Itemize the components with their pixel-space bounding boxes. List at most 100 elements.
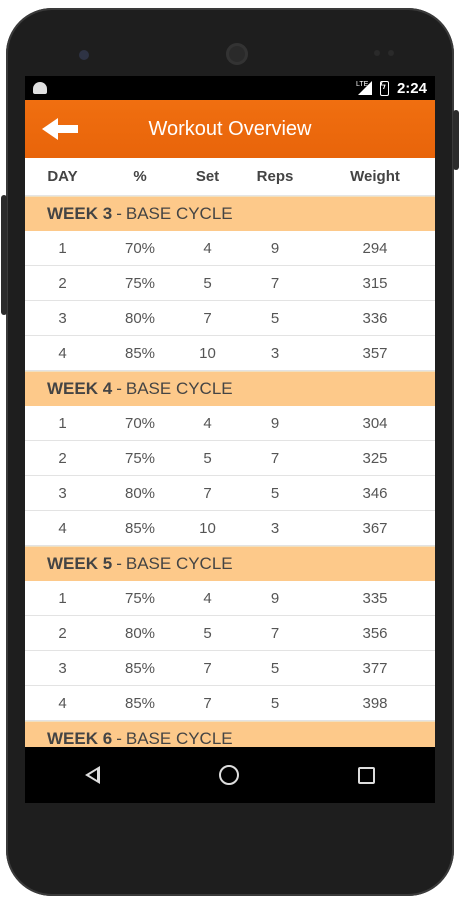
nav-recents-icon[interactable]	[358, 766, 376, 784]
set-cell: 4	[203, 414, 212, 432]
reps-cell: 7	[270, 274, 280, 292]
reps-cell: 9	[270, 414, 280, 432]
percent-cell: 85%	[124, 694, 156, 712]
reps-cell: 5	[270, 659, 280, 677]
set-cell: 7	[203, 694, 212, 712]
column-header-reps: Reps	[256, 168, 294, 185]
back-button[interactable]	[25, 100, 95, 158]
set-cell: 10	[199, 519, 216, 537]
table-row[interactable]: 4 85% 7 5 398	[25, 686, 435, 721]
reps-cell: 3	[270, 344, 280, 362]
week-separator: -	[116, 204, 122, 223]
network-type: LTE	[355, 81, 369, 88]
set-cell: 7	[203, 484, 212, 502]
set-cell: 5	[203, 624, 212, 642]
set-cell: 5	[203, 449, 212, 467]
percent-cell: 75%	[124, 589, 156, 607]
week-separator: -	[116, 554, 122, 573]
day-cell: 1	[58, 589, 67, 607]
table-row[interactable]: 1 75% 4 9 335	[25, 581, 435, 616]
table-row[interactable]: 2 80% 5 7 356	[25, 616, 435, 651]
percent-cell: 70%	[124, 239, 156, 257]
table-row[interactable]: 3 80% 7 5 346	[25, 476, 435, 511]
day-cell: 4	[58, 519, 67, 537]
percent-cell: 80%	[124, 484, 156, 502]
status-bar: LTE 2:24	[25, 76, 435, 100]
table-row[interactable]: 4 85% 10 3 367	[25, 511, 435, 546]
percent-cell: 85%	[124, 659, 156, 677]
percent-cell: 75%	[124, 274, 156, 292]
page-title: Workout Overview	[148, 117, 312, 140]
day-cell: 4	[58, 694, 67, 712]
day-cell: 2	[58, 624, 67, 642]
nav-back-icon[interactable]	[84, 766, 100, 784]
set-cell: 4	[203, 589, 212, 607]
light-sensor	[388, 50, 394, 56]
week-header[interactable]: WEEK 3- BASE CYCLE	[25, 196, 435, 231]
cycle-label: BASE CYCLE	[125, 729, 233, 748]
front-camera	[226, 43, 248, 65]
week-label: WEEK 3	[47, 204, 113, 223]
table-row[interactable]: 1 70% 4 9 304	[25, 406, 435, 441]
table-row[interactable]: 1 70% 4 9 294	[25, 231, 435, 266]
percent-cell: 80%	[124, 309, 156, 327]
set-cell: 7	[203, 659, 212, 677]
day-cell: 2	[58, 449, 67, 467]
weight-cell: 357	[362, 344, 388, 362]
weight-cell: 336	[362, 309, 388, 327]
day-cell: 3	[58, 659, 67, 677]
front-sensor	[79, 50, 89, 60]
column-header-day: DAY	[47, 168, 78, 185]
percent-cell: 80%	[124, 624, 156, 642]
weight-cell: 356	[362, 624, 388, 642]
day-cell: 3	[58, 484, 67, 502]
reps-cell: 5	[270, 484, 280, 502]
weight-cell: 304	[362, 414, 388, 432]
weight-cell: 346	[362, 484, 388, 502]
percent-cell: 85%	[124, 344, 156, 362]
day-cell: 3	[58, 309, 67, 327]
status-time: 2:24	[396, 79, 427, 97]
navigation-bar	[25, 747, 435, 803]
volume-button	[1, 195, 7, 315]
reps-cell: 7	[270, 624, 280, 642]
nav-home-icon[interactable]	[218, 765, 239, 785]
week-header[interactable]: WEEK 5- BASE CYCLE	[25, 546, 435, 581]
table-row[interactable]: 3 80% 7 5 336	[25, 301, 435, 336]
reps-cell: 7	[270, 449, 280, 467]
week-separator: -	[116, 729, 122, 748]
set-cell: 4	[203, 239, 212, 257]
set-cell: 7	[203, 309, 212, 327]
set-cell: 5	[203, 274, 212, 292]
android-notification-icon	[33, 82, 47, 94]
column-header-set: Set	[195, 168, 220, 185]
table-row[interactable]: 4 85% 10 3 357	[25, 336, 435, 371]
percent-cell: 70%	[124, 414, 156, 432]
reps-cell: 5	[270, 309, 280, 327]
battery-charging-icon	[379, 80, 389, 96]
weight-cell: 367	[362, 519, 388, 537]
reps-cell: 9	[270, 239, 280, 257]
week-label: WEEK 6	[47, 729, 113, 748]
app-screen: LTE 2:24 Workout Overview DAY % Set Reps…	[25, 76, 435, 803]
cycle-label: BASE CYCLE	[125, 554, 233, 573]
power-button	[453, 110, 459, 170]
cycle-label: BASE CYCLE	[125, 379, 233, 398]
arrow-back-icon	[42, 118, 78, 140]
proximity-sensor	[374, 50, 380, 56]
week-header[interactable]: WEEK 4- BASE CYCLE	[25, 371, 435, 406]
table-row[interactable]: 2 75% 5 7 325	[25, 441, 435, 476]
cycle-label: BASE CYCLE	[125, 204, 233, 223]
reps-cell: 5	[270, 694, 280, 712]
table-row[interactable]: 3 85% 7 5 377	[25, 651, 435, 686]
weight-cell: 398	[362, 694, 388, 712]
day-cell: 1	[58, 239, 67, 257]
table-row[interactable]: 2 75% 5 7 315	[25, 266, 435, 301]
workout-list[interactable]: WEEK 3- BASE CYCLE 1 70% 4 9 294 2 75% 5 7 315 3 80% 7…	[25, 196, 435, 756]
column-header-weight: Weight	[350, 168, 400, 185]
weight-cell: 335	[362, 589, 388, 607]
set-cell: 10	[199, 344, 216, 362]
day-cell: 2	[58, 274, 67, 292]
day-cell: 4	[58, 344, 67, 362]
week-label: WEEK 4	[47, 379, 113, 398]
